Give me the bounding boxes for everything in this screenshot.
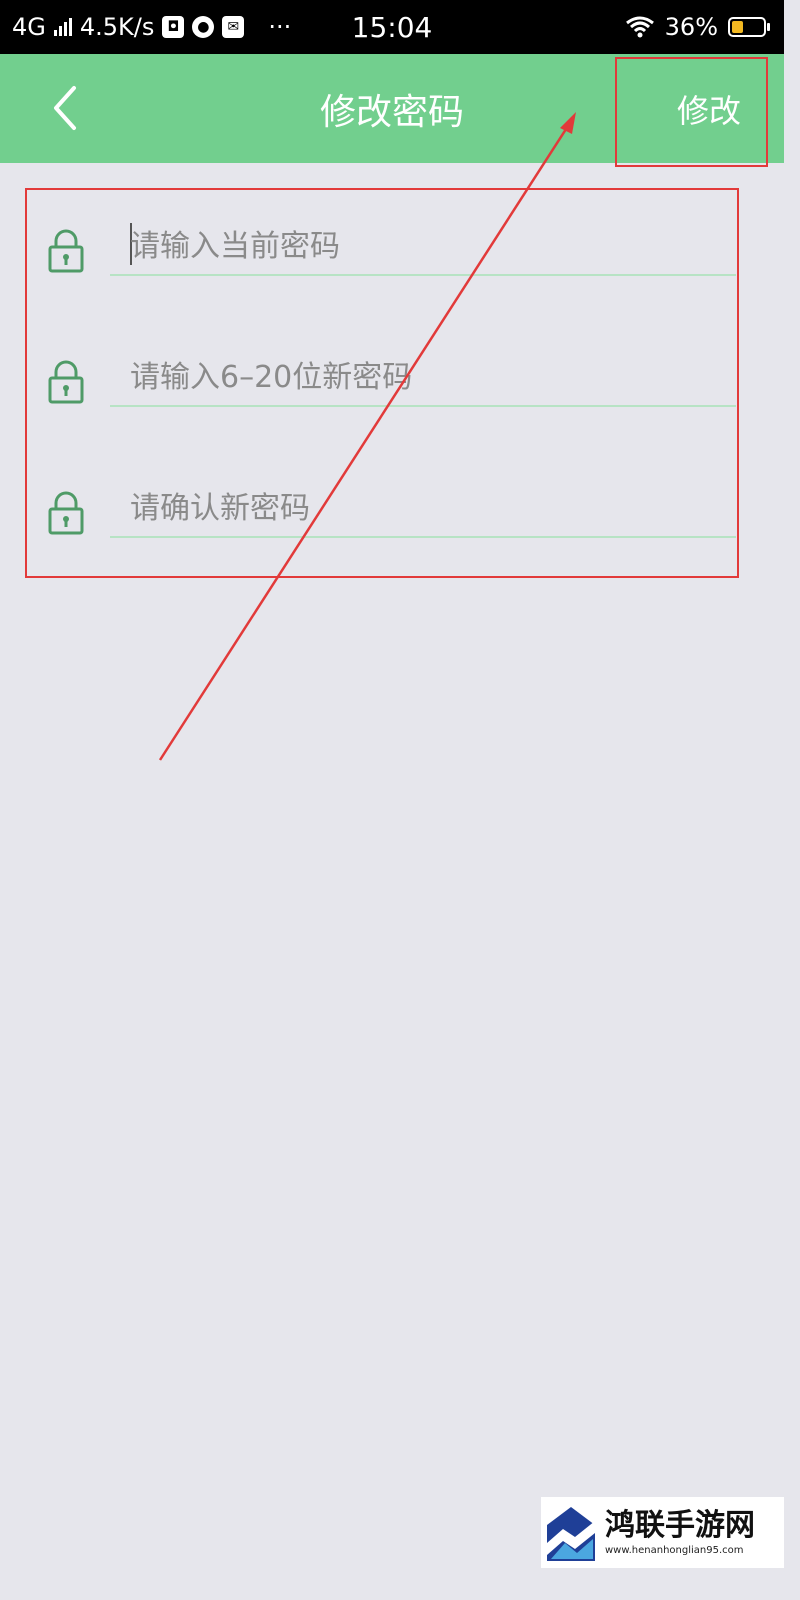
current-password-underline <box>110 274 736 276</box>
wifi-icon <box>625 16 654 38</box>
status-bar: 4G 4.5K/s ◘ ● ✉ ··· 15:04 36% <box>0 0 784 54</box>
current-password-input[interactable] <box>128 215 732 277</box>
page-title-text: 修改密码 <box>319 91 464 133</box>
confirm-password-underline <box>110 536 736 538</box>
watermark-name: 鸿联手游网 <box>605 1507 755 1543</box>
watermark-logo-icon <box>547 1506 595 1561</box>
new-password-underline <box>110 405 736 407</box>
confirm-password-row <box>0 465 784 585</box>
current-password-row <box>0 203 784 323</box>
app-header: 修改密码 修改 <box>0 54 784 163</box>
confirm-password-input[interactable] <box>128 477 732 539</box>
new-password-row <box>0 334 784 454</box>
submit-change-label: 修改 <box>676 91 741 130</box>
lock-icon <box>48 491 84 535</box>
submit-change-button[interactable]: 修改 <box>634 54 784 163</box>
lock-icon <box>48 360 84 404</box>
clock-time: 15:04 <box>351 10 433 44</box>
status-right: 36% <box>625 0 770 54</box>
lock-icon <box>48 229 84 273</box>
new-password-input[interactable] <box>128 346 732 408</box>
watermark-url: www.henanhonglian95.com <box>605 1544 744 1556</box>
site-watermark: 鸿联手游网 www.henanhonglian95.com <box>541 1497 784 1568</box>
battery-icon <box>728 17 770 37</box>
battery-percent: 36% <box>664 13 718 41</box>
